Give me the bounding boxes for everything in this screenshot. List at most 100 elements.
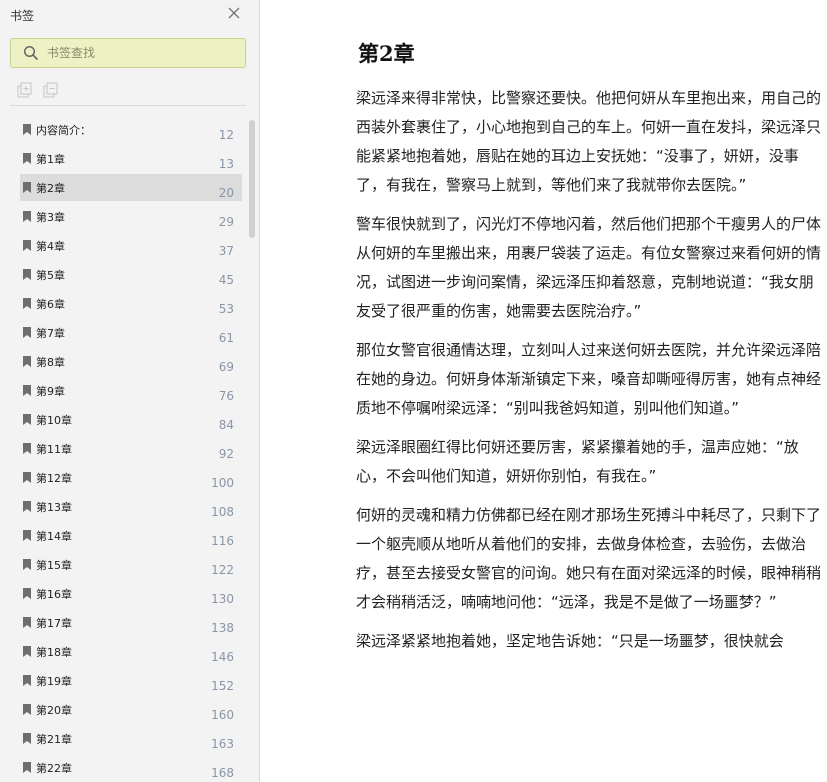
bookmark-sidebar: 书签 书签查找 内容简介： 12 第1章 13 第2章 20 第3章 29 第4… — [0, 0, 260, 782]
bookmark-label: 第9章 — [36, 385, 65, 398]
bookmark-item[interactable]: 第9章 76 — [20, 377, 242, 404]
bookmark-item[interactable]: 内容简介： 12 — [20, 116, 242, 143]
search-icon — [23, 45, 39, 61]
bookmark-label: 第1章 — [36, 153, 65, 166]
bookmark-label: 第19章 — [36, 675, 72, 688]
bookmark-label: 第4章 — [36, 240, 65, 253]
bookmark-icon — [23, 298, 31, 309]
bookmark-page-number: 45 — [218, 273, 234, 287]
bookmark-page-number: 146 — [211, 650, 234, 664]
bookmark-page-number: 29 — [218, 215, 234, 229]
bookmark-icon — [23, 327, 31, 338]
paragraph: 那位女警官很通情达理，立刻叫人过来送何妍去医院，并允许梁远泽陪在她的身边。何妍身… — [356, 341, 822, 417]
bookmark-icon — [23, 153, 31, 164]
close-icon[interactable] — [226, 5, 242, 21]
bookmark-label: 第13章 — [36, 501, 72, 514]
bookmark-label: 第20章 — [36, 704, 72, 717]
bookmark-icon — [23, 443, 31, 454]
bookmark-icon — [23, 675, 31, 686]
bookmark-item[interactable]: 第16章 130 — [20, 580, 242, 607]
paragraph: 警车很快就到了，闪光灯不停地闪着，然后他们把那个干瘦男人的尸体从何妍的车里搬出来… — [356, 215, 822, 320]
bookmark-icon — [23, 588, 31, 599]
delete-bookmark-icon[interactable] — [42, 82, 60, 100]
bookmark-icon — [23, 182, 31, 193]
bookmark-item[interactable]: 第15章 122 — [20, 551, 242, 578]
bookmark-page-number: 168 — [211, 766, 234, 780]
bookmark-page-number: 53 — [218, 302, 234, 316]
bookmark-icon — [23, 211, 31, 222]
bookmark-page-number: 92 — [218, 447, 234, 461]
bookmark-item[interactable]: 第4章 37 — [20, 232, 242, 259]
bookmark-label: 第16章 — [36, 588, 72, 601]
bookmark-page-number: 152 — [211, 679, 234, 693]
bookmark-page-number: 37 — [218, 244, 234, 258]
bookmark-item[interactable]: 第21章 163 — [20, 725, 242, 752]
bookmark-label: 第15章 — [36, 559, 72, 572]
bookmark-label: 第14章 — [36, 530, 72, 543]
bookmark-label: 第10章 — [36, 414, 72, 427]
bookmark-item[interactable]: 第5章 45 — [20, 261, 242, 288]
bookmark-icon — [23, 559, 31, 570]
bookmark-item[interactable]: 第18章 146 — [20, 638, 242, 665]
bookmark-item[interactable]: 第6章 53 — [20, 290, 242, 317]
bookmark-item[interactable]: 第1章 13 — [20, 145, 242, 172]
bookmark-item[interactable]: 第12章 100 — [20, 464, 242, 491]
bookmark-icon — [23, 501, 31, 512]
bookmark-page-number: 13 — [218, 157, 234, 171]
bookmark-page-number: 116 — [211, 534, 234, 548]
bookmark-label: 第12章 — [36, 472, 72, 485]
bookmark-icon — [23, 124, 31, 135]
bookmark-label: 第11章 — [36, 443, 72, 456]
bookmark-icon — [23, 356, 31, 367]
bookmark-icon — [23, 617, 31, 628]
sidebar-divider — [10, 105, 246, 106]
bookmark-icon — [23, 385, 31, 396]
bookmark-item[interactable]: 第14章 116 — [20, 522, 242, 549]
bookmark-search-input[interactable] — [47, 43, 237, 63]
bookmark-item[interactable]: 第10章 84 — [20, 406, 242, 433]
paragraph: 何妍的灵魂和精力仿佛都已经在刚才那场生死搏斗中耗尽了，只剩下了一个躯壳顺从地听从… — [356, 506, 822, 611]
bookmark-label: 第6章 — [36, 298, 65, 311]
bookmark-item[interactable]: 第8章 69 — [20, 348, 242, 375]
bookmark-icon — [23, 762, 31, 773]
bookmark-icon — [23, 530, 31, 541]
bookmark-label: 第5章 — [36, 269, 65, 282]
bookmark-search-box[interactable] — [10, 38, 246, 68]
bookmark-label: 第17章 — [36, 617, 72, 630]
paragraph: 梁远泽眼圈红得比何妍还要厉害，紧紧攥着她的手，温声应她：“放心，不会叫他们知道，… — [356, 438, 799, 485]
bookmark-item[interactable]: 第13章 108 — [20, 493, 242, 520]
bookmark-page-number: 12 — [218, 128, 234, 142]
bookmark-item[interactable]: 第17章 138 — [20, 609, 242, 636]
bookmark-label: 第2章 — [36, 182, 65, 195]
document-body: 梁远泽来得非常快，比警察还要快。他把何妍从车里抱出来，用自己的西装外套裹住了，小… — [356, 84, 824, 666]
bookmark-item[interactable]: 第22章 168 — [20, 754, 242, 781]
bookmark-item[interactable]: 第19章 152 — [20, 667, 242, 694]
bookmark-page-number: 100 — [211, 476, 234, 490]
bookmark-label: 内容简介： — [36, 124, 91, 137]
bookmark-item[interactable]: 第3章 29 — [20, 203, 242, 230]
bookmark-icon — [23, 646, 31, 657]
bookmark-page-number: 163 — [211, 737, 234, 751]
paragraph: 梁远泽来得非常快，比警察还要快。他把何妍从车里抱出来，用自己的西装外套裹住了，小… — [356, 89, 822, 194]
bookmark-label: 第18章 — [36, 646, 72, 659]
bookmark-icon — [23, 733, 31, 744]
bookmark-item[interactable]: 第20章 160 — [20, 696, 242, 723]
sidebar-scrollbar[interactable] — [249, 120, 255, 238]
bookmark-icon — [23, 472, 31, 483]
bookmark-page-number: 69 — [218, 360, 234, 374]
bookmark-item-selected[interactable]: 第2章 20 — [20, 174, 242, 201]
bookmark-page-number: 20 — [218, 186, 234, 200]
bookmark-page-number: 84 — [218, 418, 234, 432]
bookmark-page-number: 76 — [218, 389, 234, 403]
bookmark-item[interactable]: 第7章 61 — [20, 319, 242, 346]
sidebar-title: 书签 — [10, 9, 35, 23]
bookmark-item[interactable]: 第11章 92 — [20, 435, 242, 462]
bookmark-page-number: 130 — [211, 592, 234, 606]
chapter-title: 第2章 — [358, 41, 415, 66]
bookmark-page-number: 122 — [211, 563, 234, 577]
bookmark-page-number: 160 — [211, 708, 234, 722]
bookmark-page-number: 138 — [211, 621, 234, 635]
bookmark-label: 第8章 — [36, 356, 65, 369]
add-bookmark-icon[interactable] — [16, 82, 34, 100]
bookmark-page-number: 108 — [211, 505, 234, 519]
